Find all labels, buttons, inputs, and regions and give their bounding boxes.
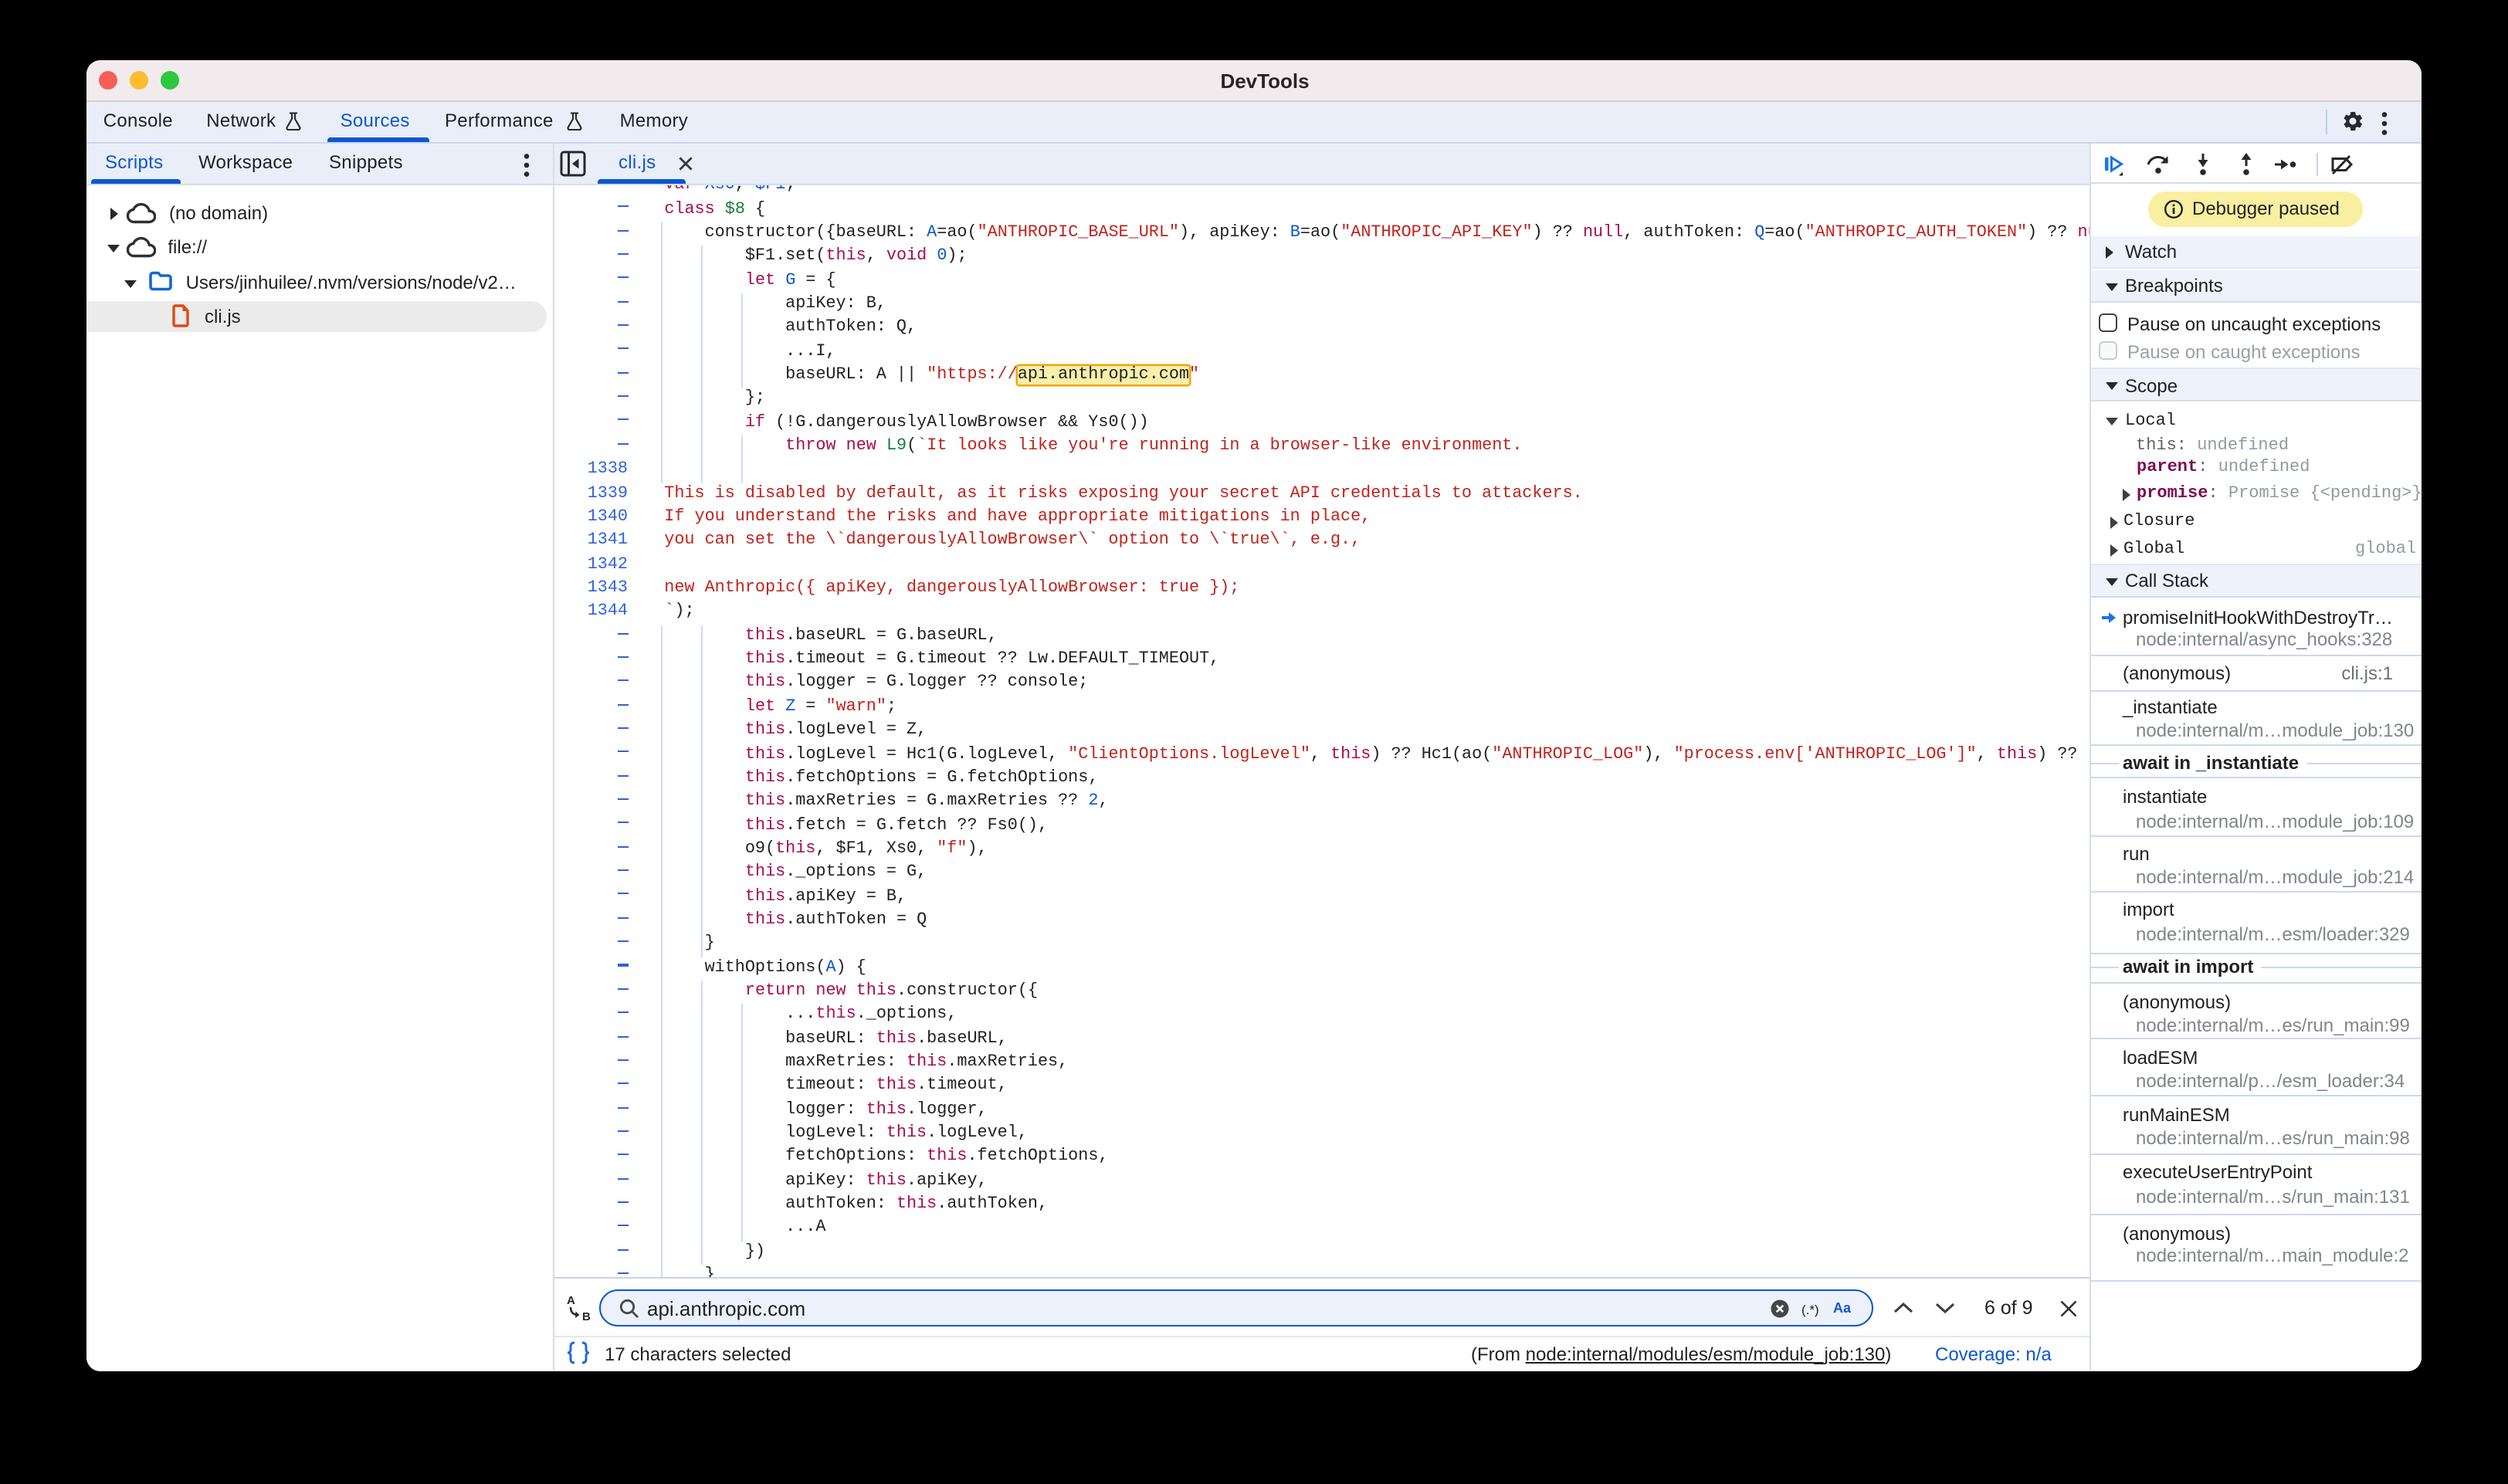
svg-text:B: B bbox=[581, 1310, 590, 1321]
svg-text:A: A bbox=[566, 1293, 574, 1306]
